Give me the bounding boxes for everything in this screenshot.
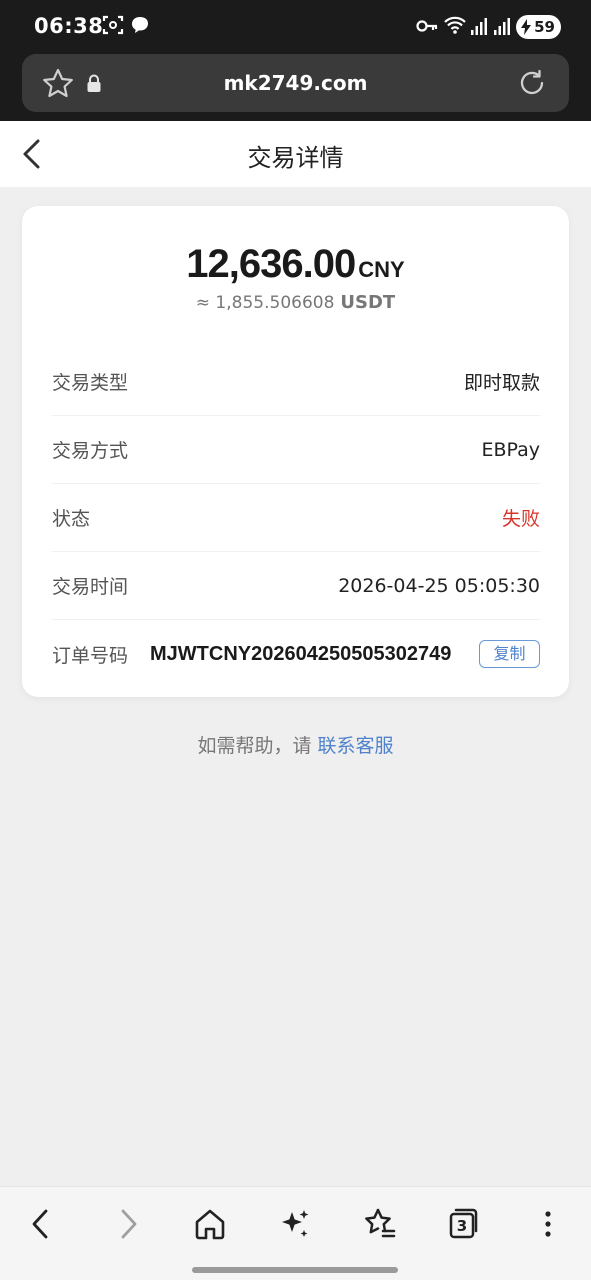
amount-value: 12,636.00 bbox=[186, 242, 356, 286]
copy-button[interactable]: 复制 bbox=[479, 640, 540, 668]
more-icon[interactable] bbox=[530, 1206, 566, 1242]
home-icon[interactable] bbox=[192, 1206, 228, 1242]
wifi-icon bbox=[444, 16, 466, 34]
page-title: 交易详情 bbox=[247, 144, 344, 172]
chat-bubble-icon bbox=[132, 17, 148, 33]
battery-indicator: 59 bbox=[516, 15, 561, 39]
amount-currency: CNY bbox=[358, 257, 405, 282]
bookmark-star-icon[interactable] bbox=[361, 1206, 397, 1242]
tab-count: 3 bbox=[456, 1217, 468, 1235]
status-time: 06:38 bbox=[34, 14, 104, 38]
row-value: EBPay bbox=[481, 438, 540, 461]
row-label: 订单号码 bbox=[52, 644, 129, 667]
order-number-group: MJWTCNY202604250505302749 复制 bbox=[150, 640, 540, 668]
url-text: mk2749.com bbox=[223, 71, 368, 95]
row-label: 交易方式 bbox=[52, 440, 129, 462]
row-transaction-type: 交易类型 即时取款 bbox=[52, 348, 540, 416]
browser-toolbar: mk2749.com bbox=[0, 52, 591, 121]
row-transaction-time: 交易时间 2026-04-25 05:05:30 bbox=[52, 552, 540, 620]
status-value: 失败 bbox=[501, 508, 540, 530]
charging-bolt-icon bbox=[521, 19, 531, 35]
approx-value: ≈ 1,855.506608 bbox=[195, 293, 335, 313]
page-header: 交易详情 bbox=[0, 121, 591, 187]
sparkle-icon[interactable] bbox=[277, 1206, 313, 1242]
browser-bottom-nav: 3 bbox=[0, 1186, 591, 1280]
home-indicator bbox=[192, 1267, 398, 1273]
help-text: 如需帮助，请 联系客服 bbox=[0, 731, 591, 758]
signal-icon bbox=[471, 18, 487, 35]
row-label: 交易时间 bbox=[52, 576, 129, 598]
row-label: 交易类型 bbox=[52, 372, 129, 394]
approx-amount: ≈ 1,855.506608 USDT bbox=[22, 292, 569, 313]
row-status: 状态 失败 bbox=[52, 484, 540, 552]
row-label: 状态 bbox=[52, 508, 91, 530]
battery-level: 59 bbox=[534, 18, 555, 36]
reload-icon[interactable] bbox=[517, 68, 547, 98]
help-prefix: 如需帮助，请 bbox=[197, 735, 312, 757]
status-bar: 06:38 59 bbox=[0, 0, 591, 52]
amount-display: 12,636.00 CNY bbox=[22, 242, 569, 287]
forward-icon[interactable] bbox=[110, 1206, 146, 1242]
tabs-button[interactable]: 3 bbox=[445, 1206, 481, 1242]
signal-icon-2 bbox=[494, 18, 510, 35]
back-icon[interactable] bbox=[23, 1206, 59, 1242]
detail-rows: 交易类型 即时取款 交易方式 EBPay 状态 失败 交易时间 2026-04-… bbox=[52, 348, 540, 688]
row-transaction-method: 交易方式 EBPay bbox=[52, 416, 540, 484]
row-value: 2026-04-25 05:05:30 bbox=[338, 574, 540, 597]
screenshot-icon bbox=[102, 15, 124, 35]
key-icon bbox=[416, 20, 438, 32]
order-number-value: MJWTCNY202604250505302749 bbox=[150, 642, 452, 665]
transaction-detail-card: 12,636.00 CNY ≈ 1,855.506608 USDT 交易类型 即时取… bbox=[22, 206, 569, 697]
address-bar[interactable]: mk2749.com bbox=[22, 54, 569, 112]
approx-currency: USDT bbox=[340, 292, 396, 313]
contact-support-link[interactable]: 联系客服 bbox=[318, 735, 394, 757]
row-order-number: 订单号码 MJWTCNY202604250505302749 复制 bbox=[52, 620, 540, 688]
row-value: 即时取款 bbox=[463, 372, 540, 394]
